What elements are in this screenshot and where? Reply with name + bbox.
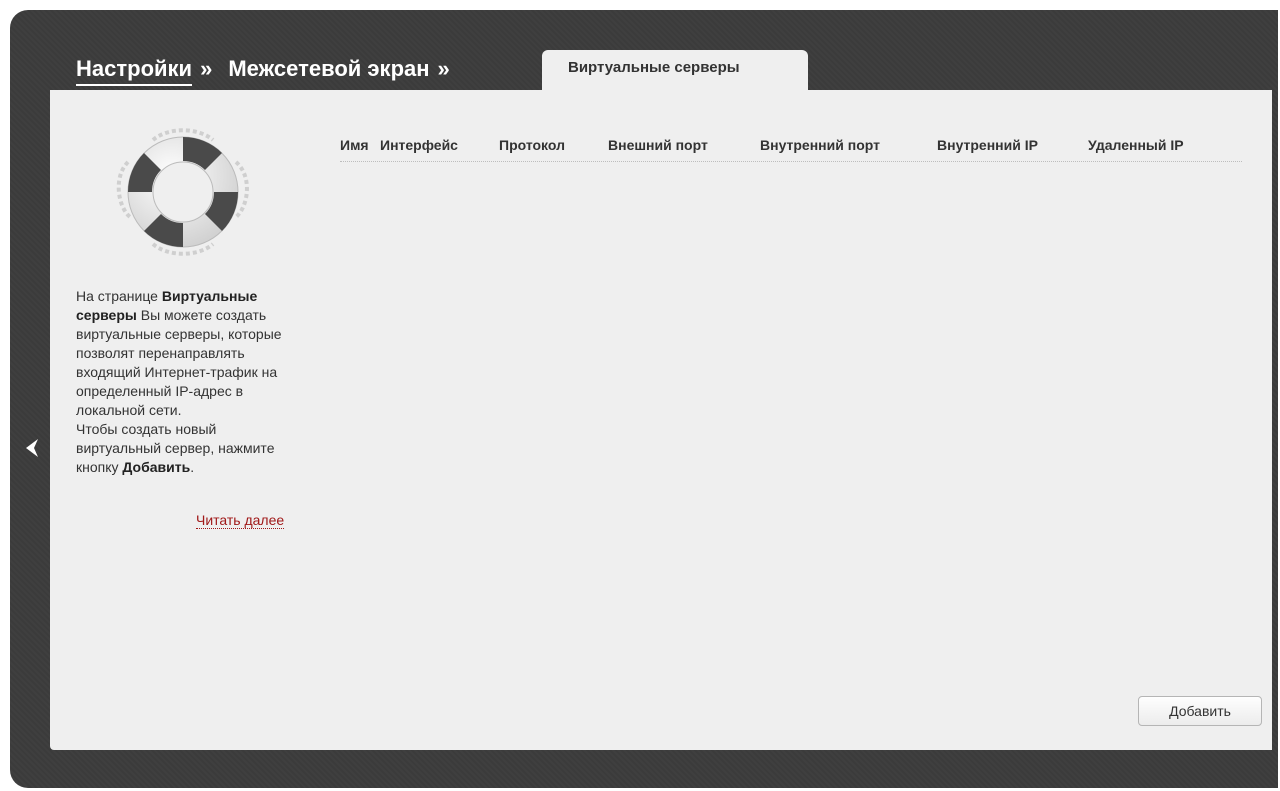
- column-header-interface[interactable]: Интерфейс: [380, 137, 458, 153]
- chevron-left-icon[interactable]: [22, 437, 42, 459]
- column-header-external-port[interactable]: Внешний порт: [608, 137, 708, 153]
- tab-virtual-servers[interactable]: Виртуальные серверы: [542, 50, 808, 92]
- breadcrumb: Настройки » Межсетевой экран »: [76, 56, 466, 90]
- breadcrumb-separator: »: [200, 56, 213, 81]
- lifebuoy-icon: [116, 128, 249, 256]
- add-button[interactable]: Добавить: [1138, 696, 1262, 726]
- column-header-internal-port[interactable]: Внутренний порт: [760, 137, 880, 153]
- help-description: На странице Виртуальные серверы Вы может…: [76, 288, 282, 475]
- help-bold-add: Добавить: [122, 459, 191, 475]
- breadcrumb-firewall[interactable]: Межсетевой экран: [228, 56, 429, 84]
- column-header-name[interactable]: Имя: [340, 137, 369, 153]
- column-header-remote-ip[interactable]: Удаленный IP: [1088, 137, 1184, 153]
- tab-label: Виртуальные серверы: [568, 59, 740, 76]
- breadcrumb-settings[interactable]: Настройки: [76, 56, 193, 86]
- breadcrumb-separator: »: [437, 56, 450, 81]
- read-more-link[interactable]: Читать далее: [196, 512, 285, 529]
- column-header-internal-ip[interactable]: Внутренний IP: [937, 137, 1038, 153]
- table-header: Имя Интерфейс Протокол Внешний порт Внут…: [340, 137, 1242, 162]
- column-header-protocol[interactable]: Протокол: [499, 137, 565, 153]
